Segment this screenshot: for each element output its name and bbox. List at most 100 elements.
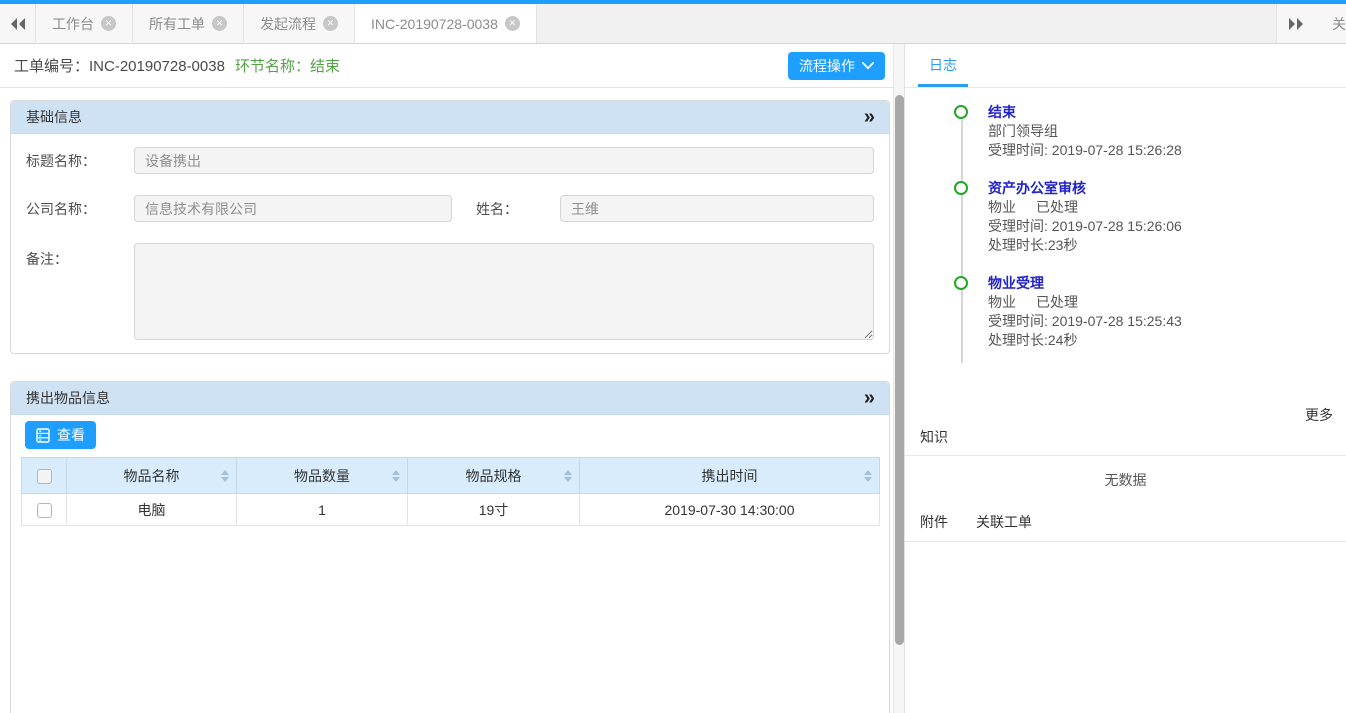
basic-info-panel: 基础信息 » 标题名称： 公司名称： 姓名： <box>10 100 890 354</box>
panel-title: 携出物品信息 <box>26 388 110 408</box>
right-sidebar: 日志 结束 部门领导组 受理时间: 2019-07-28 15:26:28 资产… <box>905 44 1346 713</box>
double-chevron-right-icon <box>1288 17 1305 31</box>
timeline-accept-time: 受理时间: 2019-07-28 15:26:28 <box>988 141 1346 160</box>
tab-knowledge[interactable]: 知识 <box>920 429 948 445</box>
row-checkbox[interactable] <box>37 503 52 518</box>
basic-info-body: 标题名称： 公司名称： 姓名： 备注： <box>11 134 889 353</box>
tab-partial[interactable]: 关 <box>1316 4 1346 43</box>
select-all-checkbox[interactable] <box>37 469 52 484</box>
list-icon <box>36 428 50 443</box>
order-header: 工单编号：INC-20190728-0038 环节名称：结束 流程操作 <box>0 44 893 88</box>
sort-icon <box>392 470 400 482</box>
tab-label: 所有工单 <box>149 14 205 34</box>
sort-icon <box>564 470 572 482</box>
timeline-handler: 物业已处理 <box>988 293 1346 312</box>
sidebar-tabs: 日志 <box>905 44 1346 88</box>
timeline-accept-time: 受理时间: 2019-07-28 15:25:43 <box>988 312 1346 331</box>
basic-info-panel-header: 基础信息 » <box>11 101 889 134</box>
app-window: 工作台 ✕ 所有工单 ✕ 发起流程 ✕ INC-20190728-0038 ✕ … <box>0 0 1346 713</box>
items-panel-body: 查看 物品名称 <box>11 415 889 541</box>
tab-start-process[interactable]: 发起流程 ✕ <box>244 4 355 43</box>
timeline-handler: 部门领导组 <box>988 122 1346 141</box>
scrollbar-thumb[interactable] <box>895 95 904 645</box>
tab-inc-order[interactable]: INC-20190728-0038 ✕ <box>355 4 537 43</box>
main-panel: 工单编号：INC-20190728-0038 环节名称：结束 流程操作 基础信息… <box>0 44 893 713</box>
form-row-title: 标题名称： <box>26 147 874 174</box>
items-table: 物品名称 物品数量 物品规格 <box>21 457 880 526</box>
collapse-icon[interactable]: » <box>864 388 875 408</box>
bottom-tabs: 附件 关联工单 <box>905 512 1346 532</box>
select-all-cell <box>22 458 67 494</box>
log-timeline: 结束 部门领导组 受理时间: 2019-07-28 15:26:28 资产办公室… <box>905 88 1346 369</box>
timeline-accept-time: 受理时间: 2019-07-28 15:26:06 <box>988 217 1346 236</box>
close-icon[interactable]: ✕ <box>212 16 227 31</box>
main-body: 基础信息 » 标题名称： 公司名称： 姓名： <box>0 88 893 713</box>
more-row: 更多 <box>905 405 1346 425</box>
form-row-company-name: 公司名称： 姓名： <box>26 195 874 222</box>
process-action-button[interactable]: 流程操作 <box>788 52 885 80</box>
cell-item-spec: 19寸 <box>408 494 580 526</box>
remark-label: 备注： <box>26 243 134 269</box>
timeline-entry: 资产办公室审核 物业已处理 受理时间: 2019-07-28 15:26:06 … <box>905 179 1346 255</box>
cell-item-qty: 1 <box>237 494 408 526</box>
vertical-scrollbar <box>893 44 905 713</box>
tab-label: INC-20190728-0038 <box>371 16 498 32</box>
collapse-icon[interactable]: » <box>864 107 875 127</box>
no-data-text: 无数据 <box>905 456 1346 508</box>
tabbar-filler <box>537 4 1276 43</box>
row-select-cell <box>22 494 67 526</box>
tab-log[interactable]: 日志 <box>918 55 968 87</box>
timeline-duration: 处理时长:23秒 <box>988 236 1346 255</box>
tab-label: 发起流程 <box>260 14 316 34</box>
close-icon[interactable]: ✕ <box>323 16 338 31</box>
view-button[interactable]: 查看 <box>25 421 96 449</box>
workspace: 工单编号：INC-20190728-0038 环节名称：结束 流程操作 基础信息… <box>0 44 1346 713</box>
timeline-step-link[interactable]: 结束 <box>988 103 1346 122</box>
items-panel: 携出物品信息 » <box>10 381 890 713</box>
timeline-step-link[interactable]: 资产办公室审核 <box>988 179 1346 198</box>
timeline-dot-icon <box>954 181 968 195</box>
chevron-down-icon <box>862 62 874 70</box>
remark-field[interactable] <box>134 243 874 340</box>
table-header-row: 物品名称 物品数量 物品规格 <box>22 458 880 494</box>
step-name-text: 环节名称：结束 <box>235 55 340 76</box>
close-icon[interactable]: ✕ <box>505 16 520 31</box>
timeline-handler: 物业已处理 <box>988 198 1346 217</box>
column-header-item-spec[interactable]: 物品规格 <box>408 458 580 494</box>
column-header-item-name[interactable]: 物品名称 <box>67 458 237 494</box>
name-field[interactable] <box>560 195 874 222</box>
timeline-entry: 结束 部门领导组 受理时间: 2019-07-28 15:26:28 <box>905 103 1346 160</box>
title-label: 标题名称： <box>26 151 134 171</box>
tab-related-orders[interactable]: 关联工单 <box>976 512 1032 532</box>
tab-label: 工作台 <box>52 14 94 34</box>
double-chevron-left-icon <box>9 17 26 31</box>
more-link[interactable]: 更多 <box>1305 407 1333 423</box>
tab-all-orders[interactable]: 所有工单 ✕ <box>133 4 244 43</box>
tab-attachment[interactable]: 附件 <box>920 512 948 532</box>
sort-icon <box>221 470 229 482</box>
company-field[interactable] <box>134 195 452 222</box>
timeline-dot-icon <box>954 105 968 119</box>
timeline-step-link[interactable]: 物业受理 <box>988 274 1346 293</box>
divider <box>905 541 1346 542</box>
tab-workbench[interactable]: 工作台 ✕ <box>36 4 133 43</box>
order-number-text: 工单编号：INC-20190728-0038 <box>14 55 225 76</box>
timeline-dot-icon <box>954 276 968 290</box>
tabs-scroll-left-button[interactable] <box>0 4 36 43</box>
knowledge-section: 知识 <box>905 427 1346 447</box>
close-icon[interactable]: ✕ <box>101 16 116 31</box>
name-label: 姓名： <box>452 199 560 219</box>
items-panel-header: 携出物品信息 » <box>11 382 889 415</box>
tab-label: 关 <box>1332 14 1346 34</box>
sort-icon <box>864 470 872 482</box>
cell-carry-time: 2019-07-30 14:30:00 <box>580 494 880 526</box>
table-row: 电脑 1 19寸 2019-07-30 14:30:00 <box>22 494 880 526</box>
panel-title: 基础信息 <box>26 107 82 127</box>
column-header-item-qty[interactable]: 物品数量 <box>237 458 408 494</box>
timeline-duration: 处理时长:24秒 <box>988 331 1346 350</box>
tabs-scroll-right-button[interactable] <box>1276 4 1316 43</box>
timeline-entry: 物业受理 物业已处理 受理时间: 2019-07-28 15:25:43 处理时… <box>905 274 1346 350</box>
title-field[interactable] <box>134 147 874 174</box>
company-label: 公司名称： <box>26 199 134 219</box>
column-header-carry-time[interactable]: 携出时间 <box>580 458 880 494</box>
